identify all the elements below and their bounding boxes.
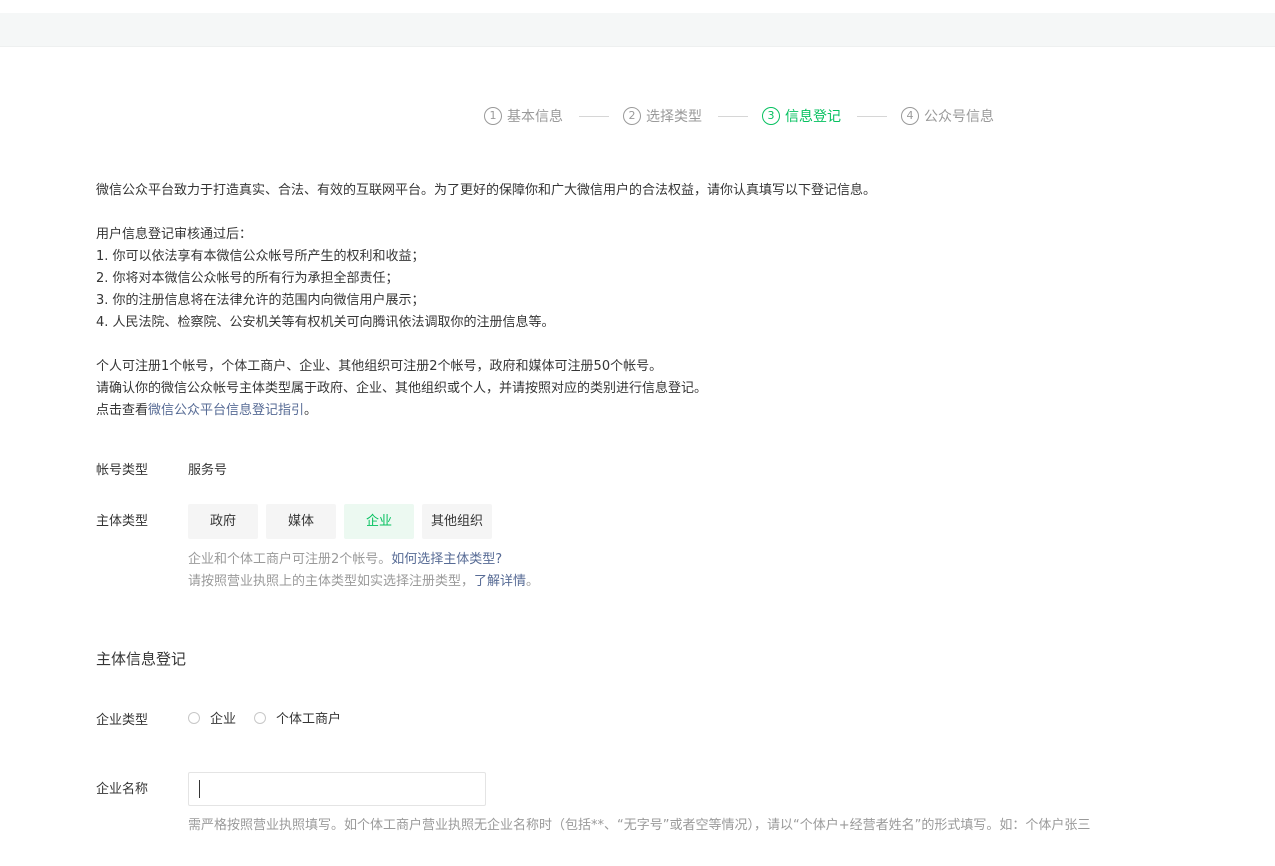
- company-type-radio-group: 企业 个体工商户: [188, 708, 359, 727]
- top-header-bar: [0, 13, 1275, 47]
- hint-2-text: 请按照营业执照上的主体类型如实选择注册类型，: [188, 574, 475, 589]
- step-divider: [579, 115, 609, 117]
- step-4-label: 公众号信息: [924, 109, 994, 125]
- step-4-number: 4: [901, 107, 919, 125]
- radio-individual-business[interactable]: [254, 711, 267, 724]
- subject-type-enterprise-button[interactable]: 企业: [344, 504, 414, 539]
- subject-type-label: 主体类型: [96, 514, 149, 529]
- subject-type-hint-1: 企业和个体工商户可注册2个帐号。如何选择主体类型?: [188, 548, 502, 567]
- step-2: 2 选择类型: [623, 106, 702, 126]
- subject-type-other-org-button[interactable]: 其他组织: [422, 504, 492, 539]
- intro-statement: 微信公众平台致力于打造真实、合法、有效的互联网平台。为了更好的保障你和广大微信用…: [96, 183, 877, 198]
- step-2-number: 2: [623, 107, 641, 125]
- registration-intro: 微信公众平台致力于打造真实、合法、有效的互联网平台。为了更好的保障你和广大微信用…: [96, 180, 876, 422]
- guide-link[interactable]: 微信公众平台信息登记指引: [148, 403, 304, 418]
- guide-suffix: 。: [304, 403, 318, 418]
- company-name-input[interactable]: [188, 772, 486, 806]
- learn-more-link[interactable]: 了解详情: [474, 574, 526, 589]
- subject-type-media-button[interactable]: 媒体: [266, 504, 336, 539]
- subject-type-options: 政府 媒体 企业 其他组织: [188, 504, 492, 539]
- intro-after-title: 用户信息登记审核通过后：: [96, 227, 253, 242]
- section-title: 主体信息登记: [96, 650, 187, 668]
- company-type-individual-option[interactable]: 个体工商户: [254, 708, 341, 727]
- step-2-label: 选择类型: [646, 109, 702, 125]
- intro-item-3: 3. 你的注册信息将在法律允许的范围内向微信用户展示；: [96, 293, 425, 308]
- intro-item-4: 4. 人民法院、检察院、公安机关等有权机关可向腾讯依法调取你的注册信息等。: [96, 315, 555, 330]
- account-type-label: 帐号类型: [96, 463, 149, 478]
- text-cursor: [199, 780, 200, 798]
- step-1-number: 1: [484, 107, 502, 125]
- step-1: 1 基本信息: [484, 106, 563, 126]
- step-divider: [718, 115, 748, 117]
- subject-type-hint-2: 请按照营业执照上的主体类型如实选择注册类型，了解详情。: [188, 570, 539, 589]
- step-3-label: 信息登记: [785, 109, 841, 125]
- radio-enterprise[interactable]: [188, 711, 200, 724]
- step-4: 4 公众号信息: [901, 106, 994, 126]
- guide-prefix: 点击查看: [96, 403, 149, 418]
- intro-limit-text: 个人可注册1个帐号，个体工商户、企业、其他组织可注册2个帐号，政府和媒体可注册5…: [96, 359, 663, 374]
- account-type-value: 服务号: [188, 463, 228, 478]
- company-name-label: 企业名称: [96, 782, 149, 797]
- company-type-label: 企业类型: [96, 713, 149, 728]
- hint-1-text: 企业和个体工商户可注册2个帐号。: [188, 552, 392, 567]
- subject-type-government-button[interactable]: 政府: [188, 504, 258, 539]
- intro-confirm-text: 请确认你的微信公众帐号主体类型属于政府、企业、其他组织或个人，并请按照对应的类别…: [96, 381, 708, 396]
- intro-item-1: 1. 你可以依法享有本微信公众帐号所产生的权利和收益；: [96, 249, 425, 264]
- intro-guide-line: 点击查看微信公众平台信息登记指引。: [96, 400, 876, 422]
- how-to-choose-link[interactable]: 如何选择主体类型?: [391, 552, 502, 567]
- radio-individual-business-label: 个体工商户: [276, 712, 342, 727]
- radio-enterprise-label: 企业: [210, 712, 237, 727]
- step-progress: 1 基本信息 2 选择类型 3 信息登记 4 公众号信息: [484, 104, 994, 128]
- hint-2-suffix: 。: [526, 574, 540, 589]
- step-3-number: 3: [762, 107, 780, 125]
- company-type-enterprise-option[interactable]: 企业: [188, 708, 236, 727]
- step-divider: [857, 115, 887, 117]
- step-1-label: 基本信息: [507, 109, 563, 125]
- intro-item-2: 2. 你将对本微信公众帐号的所有行为承担全部责任；: [96, 271, 399, 286]
- company-name-hint: 需严格按照营业执照填写。如个体工商户营业执照无企业名称时（包括**、“无字号”或…: [188, 818, 1091, 833]
- step-3: 3 信息登记: [762, 106, 841, 126]
